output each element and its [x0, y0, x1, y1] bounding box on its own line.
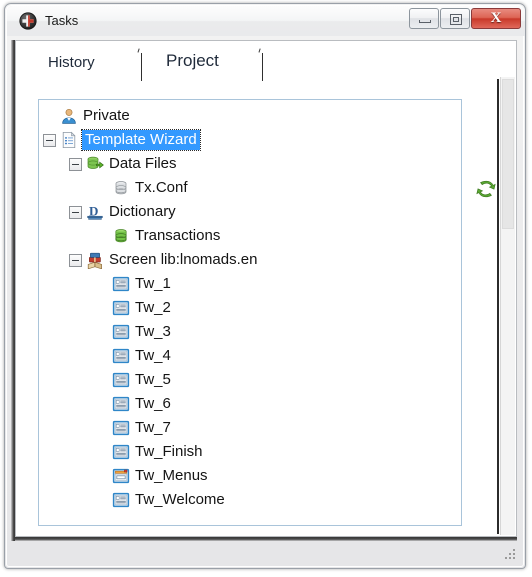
database-gray-icon	[112, 179, 130, 197]
tree-node-label: Tw_5	[135, 371, 171, 388]
tree-node-label: Tw_Menus	[135, 467, 208, 484]
database-export-icon	[86, 155, 104, 173]
tree-node[interactable]: Private	[43, 104, 459, 128]
tab-separator-1	[141, 53, 142, 81]
tree-node-label: Dictionary	[109, 203, 176, 220]
collapse-toggle-icon[interactable]	[69, 157, 82, 171]
project-tree: Private Template Wizard Data Files Tx.Conf D…	[43, 104, 459, 512]
tab-history[interactable]: History	[48, 54, 95, 71]
resize-grip[interactable]	[505, 549, 518, 562]
tree-node-label: Template Wizard	[81, 129, 201, 151]
window-controls: Minimize Maximize X	[408, 8, 521, 30]
tree-node-label: Transactions	[135, 227, 221, 244]
screen-form-icon	[112, 275, 130, 293]
tree-node[interactable]: Tw_3	[43, 320, 459, 344]
screen-menu-icon	[112, 467, 130, 485]
tree-node[interactable]: Tw_Finish	[43, 440, 459, 464]
collapse-toggle-icon[interactable]	[43, 133, 56, 147]
screen-form-icon	[112, 395, 130, 413]
screen-form-icon	[112, 443, 130, 461]
scrollbar-divider	[497, 79, 499, 534]
tree-node[interactable]: Screen lib:lnomads.en	[43, 248, 459, 272]
database-green-icon	[112, 227, 130, 245]
tree-node[interactable]: Tx.Conf	[43, 176, 459, 200]
tab-separator-2	[262, 53, 263, 81]
tree-node[interactable]: Tw_5	[43, 368, 459, 392]
document-list-icon	[60, 131, 78, 149]
tree-node-label: Tw_6	[135, 395, 171, 412]
tasks-app-icon	[19, 12, 37, 30]
tree-node[interactable]: Tw_4	[43, 344, 459, 368]
tab-strip: History Project	[16, 41, 516, 89]
user-icon	[60, 107, 78, 125]
tree-node[interactable]: Tw_7	[43, 416, 459, 440]
tree-node[interactable]: Transactions	[43, 224, 459, 248]
tree-node[interactable]: Tw_6	[43, 392, 459, 416]
tree-node[interactable]: Tw_Menus	[43, 464, 459, 488]
tree-node[interactable]: Tw_2	[43, 296, 459, 320]
collapse-toggle-icon[interactable]	[69, 205, 82, 219]
window-title: Tasks	[45, 13, 79, 28]
screen-form-icon	[112, 371, 130, 389]
maximize-button[interactable]: Maximize	[440, 8, 470, 29]
screen-form-icon	[112, 323, 130, 341]
tree-node-label: Tw_1	[135, 275, 171, 292]
collapse-toggle-icon[interactable]	[69, 253, 82, 267]
tree-node[interactable]: Tw_1	[43, 272, 459, 296]
refresh-button[interactable]: Refresh	[474, 177, 498, 201]
tree-node-label: Tw_3	[135, 323, 171, 340]
client-area: History Project Private Template Wizard Da…	[15, 40, 517, 537]
tree-node-label: Tw_7	[135, 419, 171, 436]
title-bar[interactable]: Tasks Minimize Maximize X	[7, 6, 525, 36]
tree-node-label: Tw_2	[135, 299, 171, 316]
screen-form-icon	[112, 419, 130, 437]
scrollbar-thumb[interactable]	[502, 79, 514, 229]
application-window: Tasks Minimize Maximize X History Projec…	[4, 3, 526, 569]
maximize-icon	[450, 14, 462, 25]
client-bottom-shadow	[15, 537, 517, 541]
tree-node[interactable]: Data Files	[43, 152, 459, 176]
tree-node-label: Tx.Conf	[135, 179, 188, 196]
tab-project[interactable]: Project	[166, 51, 219, 71]
tree-node-label: Tw_Finish	[135, 443, 203, 460]
close-button[interactable]: X	[471, 8, 521, 29]
tree-node-label: Screen lib:lnomads.en	[109, 251, 258, 268]
screen-form-icon	[112, 299, 130, 317]
project-tree-panel[interactable]: Private Template Wizard Data Files Tx.Conf D…	[38, 99, 462, 526]
books-icon	[86, 251, 104, 270]
screen-form-icon	[112, 347, 130, 365]
tree-node-label: Data Files	[109, 155, 177, 172]
tree-node[interactable]: Template Wizard	[43, 128, 459, 152]
refresh-icon	[476, 180, 496, 198]
minimize-button[interactable]: Minimize	[409, 8, 439, 29]
screen-form-icon	[112, 491, 130, 509]
tree-node-label: Tw_4	[135, 347, 171, 364]
dictionary-d-icon: D	[86, 203, 104, 221]
close-icon: X	[490, 10, 502, 26]
minimize-icon	[419, 20, 431, 23]
vertical-scrollbar[interactable]	[500, 77, 515, 535]
tree-node-label: Tw_Welcome	[135, 491, 225, 508]
tree-node-label: Private	[83, 107, 130, 124]
tree-node[interactable]: Tw_Welcome	[43, 488, 459, 512]
tree-node[interactable]: D Dictionary	[43, 200, 459, 224]
